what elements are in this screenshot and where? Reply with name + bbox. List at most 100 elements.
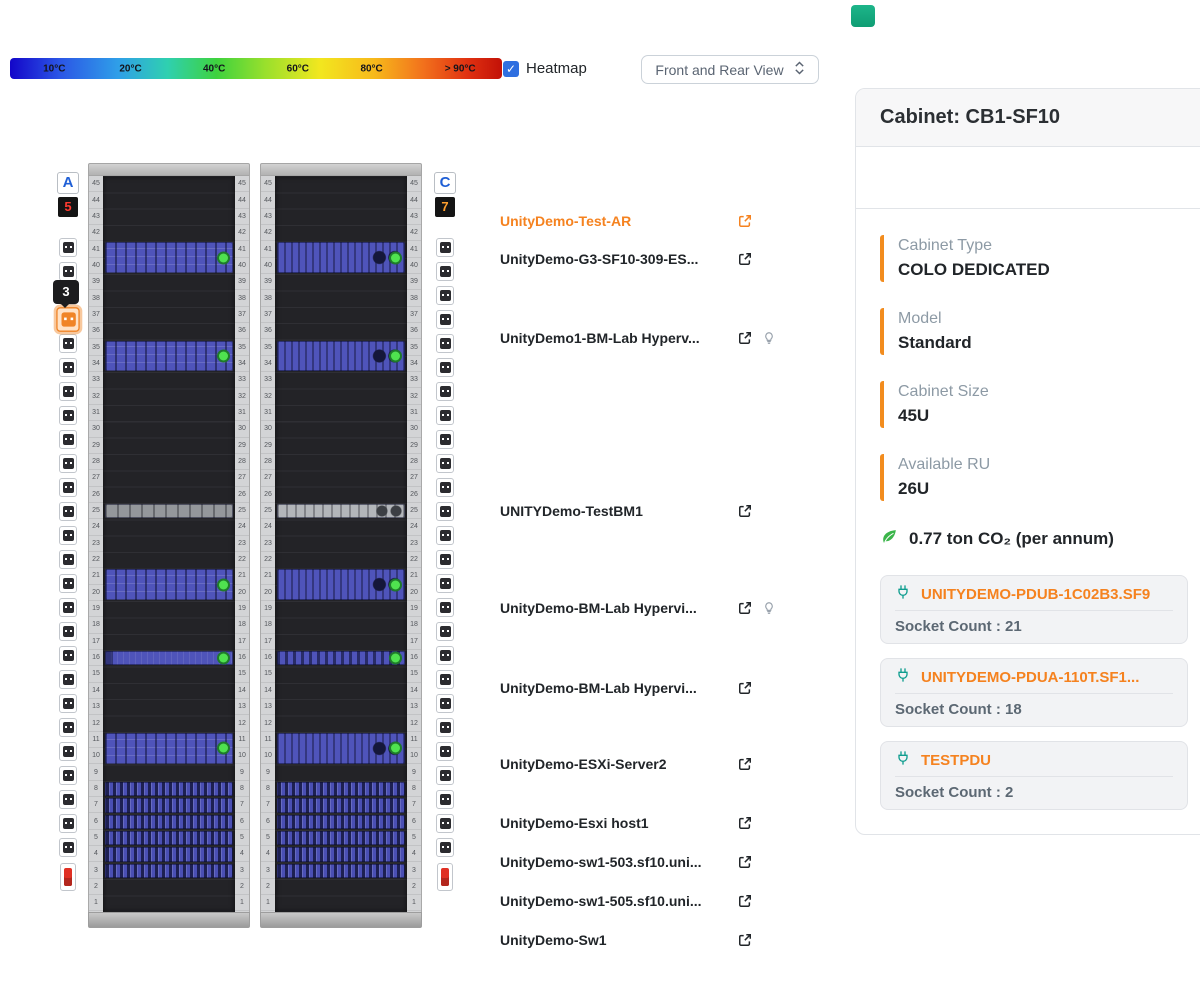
pdu-socket[interactable] bbox=[59, 646, 77, 665]
device-name[interactable]: UnityDemo-G3-SF10-309-ES... bbox=[500, 251, 728, 267]
pdu-socket[interactable] bbox=[59, 598, 77, 617]
server[interactable] bbox=[105, 340, 233, 372]
pdu-socket[interactable] bbox=[59, 334, 77, 353]
server[interactable] bbox=[277, 242, 405, 274]
device-name[interactable]: UnityDemo-Esxi host1 bbox=[500, 815, 728, 831]
device-name[interactable]: UnityDemo-Test-AR bbox=[500, 213, 728, 229]
device-name[interactable]: UnityDemo-ESXi-Server2 bbox=[500, 756, 728, 772]
pdu-socket[interactable] bbox=[436, 622, 454, 641]
pdu-socket[interactable] bbox=[436, 670, 454, 689]
server[interactable] bbox=[105, 798, 233, 813]
server[interactable] bbox=[105, 863, 233, 879]
pdu-socket[interactable] bbox=[59, 502, 77, 521]
external-link-icon[interactable] bbox=[738, 933, 752, 947]
pdu-socket[interactable] bbox=[59, 718, 77, 737]
device-name[interactable]: UnityDemo-sw1-505.sf10.uni... bbox=[500, 893, 728, 909]
pdu-socket[interactable] bbox=[436, 694, 454, 713]
server[interactable] bbox=[105, 242, 233, 274]
device-name[interactable]: UnityDemo-BM-Lab Hypervi... bbox=[500, 680, 728, 696]
server[interactable] bbox=[105, 569, 233, 601]
pdu-socket[interactable] bbox=[436, 838, 454, 857]
heatmap-checkbox[interactable]: ✓ bbox=[503, 60, 519, 77]
external-link-icon[interactable] bbox=[738, 894, 752, 908]
pdu-socket[interactable] bbox=[436, 406, 454, 425]
pdu-socket[interactable] bbox=[436, 718, 454, 737]
server[interactable] bbox=[277, 798, 405, 813]
pdu-socket[interactable] bbox=[436, 550, 454, 569]
pdu-power-switch[interactable] bbox=[60, 863, 76, 891]
pdu-socket[interactable] bbox=[436, 790, 454, 809]
server[interactable] bbox=[277, 847, 405, 862]
server[interactable] bbox=[105, 781, 233, 797]
pdu-socket[interactable] bbox=[59, 262, 77, 281]
pdu-card[interactable]: TESTPDU Socket Count : 2 bbox=[880, 741, 1188, 810]
pdu-socket[interactable] bbox=[59, 790, 77, 809]
pdu-socket[interactable] bbox=[59, 622, 77, 641]
server[interactable] bbox=[105, 814, 233, 829]
pdu-socket[interactable] bbox=[436, 766, 454, 785]
device-name[interactable]: UnityDemo1-BM-Lab Hyperv... bbox=[500, 330, 728, 346]
pdu-power-switch[interactable] bbox=[437, 863, 453, 891]
pdu-socket[interactable] bbox=[59, 574, 77, 593]
pdu-socket[interactable] bbox=[436, 502, 454, 521]
device-name[interactable]: UnityDemo-Sw1 bbox=[500, 932, 728, 948]
external-link-icon[interactable] bbox=[738, 757, 752, 771]
pdu-socket[interactable] bbox=[59, 766, 77, 785]
external-link-icon[interactable] bbox=[738, 331, 752, 345]
pdu-socket[interactable] bbox=[59, 478, 77, 497]
server[interactable] bbox=[105, 504, 233, 519]
pdu-socket[interactable] bbox=[436, 478, 454, 497]
pdu-socket[interactable] bbox=[436, 286, 454, 305]
server[interactable] bbox=[105, 831, 233, 846]
pdu-socket[interactable] bbox=[59, 742, 77, 761]
pdu-socket[interactable] bbox=[59, 406, 77, 425]
server[interactable] bbox=[277, 569, 405, 601]
external-link-icon[interactable] bbox=[738, 504, 752, 518]
pdu-card[interactable]: UNITYDEMO-PDUB-1C02B3.SF9 Socket Count : … bbox=[880, 575, 1188, 644]
external-link-icon[interactable] bbox=[738, 214, 752, 228]
pdu-socket[interactable] bbox=[436, 598, 454, 617]
pdu-socket[interactable] bbox=[59, 358, 77, 377]
external-link-icon[interactable] bbox=[738, 816, 752, 830]
bulb-icon[interactable] bbox=[762, 601, 776, 615]
pdu-socket[interactable] bbox=[436, 742, 454, 761]
pdu-socket[interactable] bbox=[436, 646, 454, 665]
server[interactable] bbox=[105, 847, 233, 862]
pdu-socket[interactable] bbox=[59, 694, 77, 713]
pdu-socket[interactable] bbox=[59, 238, 77, 257]
external-link-icon[interactable] bbox=[738, 681, 752, 695]
pdu-socket[interactable] bbox=[436, 454, 454, 473]
bulb-icon[interactable] bbox=[762, 331, 776, 345]
pdu-socket[interactable] bbox=[59, 430, 77, 449]
external-link-icon[interactable] bbox=[738, 601, 752, 615]
server[interactable] bbox=[277, 732, 405, 764]
pdu-socket[interactable] bbox=[59, 550, 77, 569]
server[interactable] bbox=[277, 504, 405, 519]
pdu-socket[interactable] bbox=[436, 238, 454, 257]
pdu-socket[interactable] bbox=[436, 526, 454, 545]
device-name[interactable]: UnityDemo-BM-Lab Hypervi... bbox=[500, 600, 728, 616]
heatmap-toggle[interactable]: ✓ Heatmap bbox=[503, 60, 587, 77]
pdu-socket[interactable] bbox=[436, 382, 454, 401]
pdu-socket[interactable] bbox=[436, 430, 454, 449]
server[interactable] bbox=[277, 831, 405, 846]
pdu-socket[interactable] bbox=[59, 838, 77, 857]
pdu-socket[interactable] bbox=[59, 454, 77, 473]
pdu-socket[interactable] bbox=[436, 814, 454, 833]
eco-icon[interactable] bbox=[851, 5, 875, 27]
pdu-socket[interactable] bbox=[436, 358, 454, 377]
pdu-card[interactable]: UNITYDEMO-PDUA-110T.SF1... Socket Count :… bbox=[880, 658, 1188, 727]
server[interactable] bbox=[277, 781, 405, 797]
server[interactable] bbox=[277, 340, 405, 372]
external-link-icon[interactable] bbox=[738, 855, 752, 869]
server[interactable] bbox=[105, 732, 233, 764]
pdu-socket[interactable] bbox=[59, 670, 77, 689]
server[interactable] bbox=[277, 863, 405, 879]
server[interactable] bbox=[277, 651, 405, 666]
pdu-socket[interactable] bbox=[436, 310, 454, 329]
view-select[interactable]: Front and Rear View bbox=[641, 55, 819, 84]
device-name[interactable]: UnityDemo-sw1-503.sf10.uni... bbox=[500, 854, 728, 870]
external-link-icon[interactable] bbox=[738, 252, 752, 266]
server[interactable] bbox=[277, 814, 405, 829]
pdu-socket[interactable] bbox=[436, 574, 454, 593]
